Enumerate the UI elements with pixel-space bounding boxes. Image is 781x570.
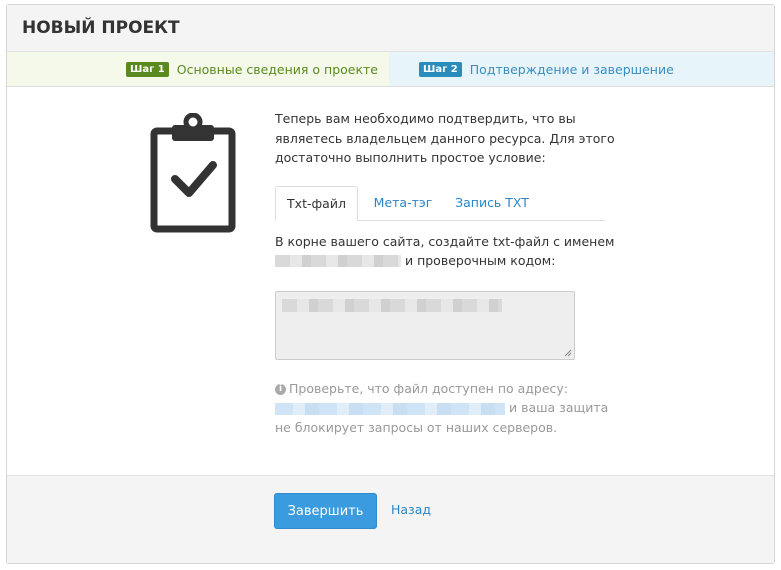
note-after-link: и ваша защита <box>505 400 609 415</box>
info-icon: i <box>275 383 286 395</box>
new-project-card: НОВЫЙ ПРОЕКТ Шаг 1 Основные сведения о п… <box>6 4 775 564</box>
redacted-filename <box>275 255 401 267</box>
step-2-badge: Шаг 2 <box>419 61 462 77</box>
clipboard-check-icon <box>150 113 236 233</box>
tab-txt-record[interactable]: Запись TXT <box>447 186 537 220</box>
redacted-code <box>282 298 502 312</box>
step-2-label: Подтверждение и завершение <box>469 61 674 77</box>
step-2: Шаг 2 Подтверждение и завершение <box>389 52 774 86</box>
intro-text: Теперь вам необходимо подтвердить, что в… <box>275 111 615 165</box>
form-footer: Завершить Назад <box>7 475 774 563</box>
step-1: Шаг 1 Основные сведения о проекте <box>7 52 389 86</box>
step-1-badge: Шаг 1 <box>125 61 169 77</box>
resize-handle-icon[interactable] <box>564 349 572 357</box>
instruction-after: и проверочным кодом: <box>401 252 556 268</box>
finish-button[interactable]: Завершить <box>274 493 377 529</box>
redacted-url-link[interactable] <box>275 402 505 415</box>
verification-content: Теперь вам необходимо подтвердить, что в… <box>275 109 615 437</box>
tab-txt-file[interactable]: Txt-файл <box>275 185 358 221</box>
step-progress: Шаг 1 Основные сведения о проекте Шаг 2 … <box>7 52 774 87</box>
method-tabs: Txt-файл Мета-тэг Запись TXT <box>275 185 605 221</box>
back-link[interactable]: Назад <box>391 502 431 517</box>
note-line-3: не блокирует запросы от наших серверов. <box>275 419 558 435</box>
page-title: НОВЫЙ ПРОЕКТ <box>7 5 774 52</box>
tab-meta-tag[interactable]: Мета-тэг <box>363 186 443 220</box>
note-line-1: Проверьте, что файл доступен по адресу: <box>289 380 569 396</box>
instruction-before: В корне вашего сайта, создайте txt-файл … <box>275 233 615 249</box>
check-note: i Проверьте, что файл доступен по адресу:… <box>275 379 615 438</box>
step-1-label: Основные сведения о проекте <box>176 61 378 77</box>
verification-code-textarea[interactable] <box>275 290 575 360</box>
instruction-text: В корне вашего сайта, создайте txt-файл … <box>275 232 615 270</box>
